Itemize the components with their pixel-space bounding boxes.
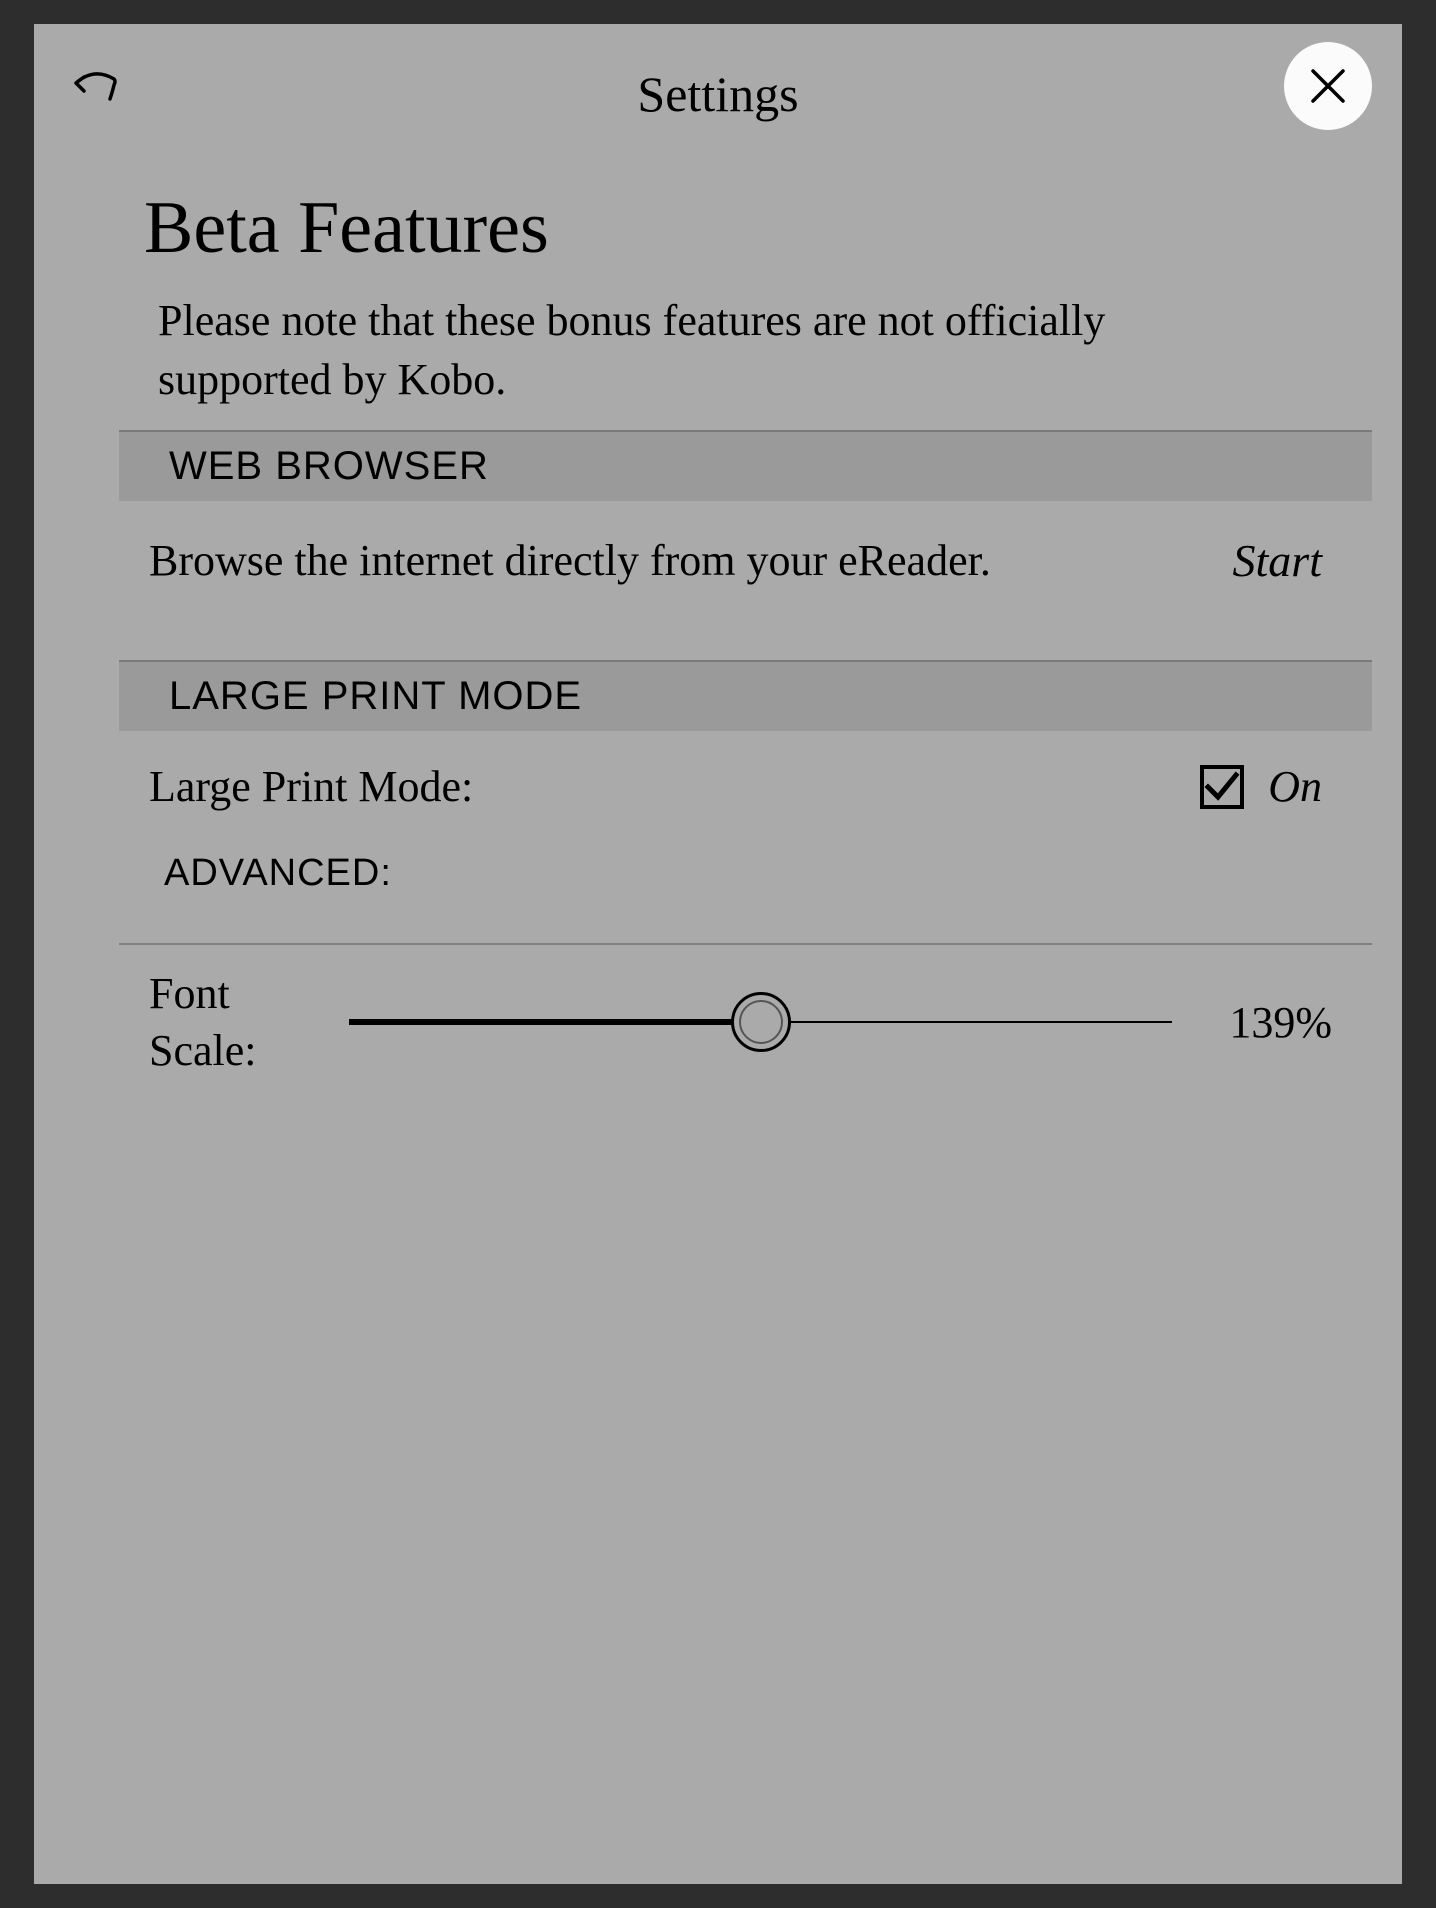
close-icon [1309,67,1347,105]
content-area: Beta Features Please note that these bon… [34,186,1402,1080]
settings-screen: Settings Beta Features Please note that … [34,24,1402,1884]
close-button[interactable] [1284,42,1372,130]
advanced-label: ADVANCED: [119,852,1372,895]
page-title: Beta Features [64,186,1372,271]
web-browser-start-button[interactable]: Start [1233,534,1342,587]
section-header-web-browser: WEB BROWSER [119,430,1372,501]
large-print-mode-label: Large Print Mode: [149,761,473,812]
font-scale-label: Font Scale: [149,965,319,1079]
section-body-large-print: Large Print Mode: On ADVANCED: [119,731,1372,925]
large-print-mode-checkbox[interactable] [1200,765,1244,809]
font-scale-value: 139% [1202,997,1342,1048]
font-scale-slider[interactable] [349,992,1172,1052]
checkmark-icon [1204,769,1240,805]
back-button[interactable] [69,64,119,114]
large-print-mode-status: On [1268,761,1322,812]
web-browser-description: Browse the internet directly from your e… [149,531,991,590]
section-header-large-print: LARGE PRINT MODE [119,660,1372,731]
slider-thumb[interactable] [731,992,791,1052]
back-arrow-icon [70,69,118,109]
font-scale-row: Font Scale: 139% [119,945,1372,1079]
page-subtitle: Please note that these bonus features ar… [64,291,1372,410]
header-bar: Settings [34,24,1402,154]
header-title: Settings [637,65,798,123]
section-body-web-browser: Browse the internet directly from your e… [119,501,1372,620]
